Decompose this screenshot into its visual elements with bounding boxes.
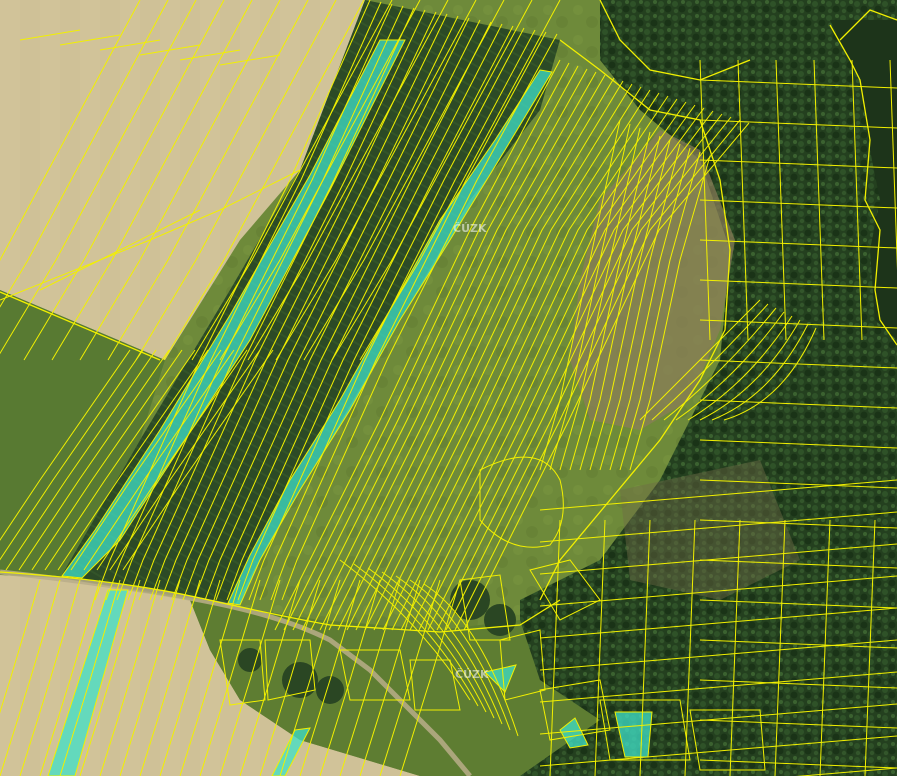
map-canvas[interactable]: ČÚZK ČÚZK [0, 0, 897, 776]
cadastral-map[interactable]: ČÚZK ČÚZK [0, 0, 897, 776]
watermark-south: ČÚZK [455, 668, 489, 681]
watermark-north: ČÚZK [453, 222, 487, 235]
